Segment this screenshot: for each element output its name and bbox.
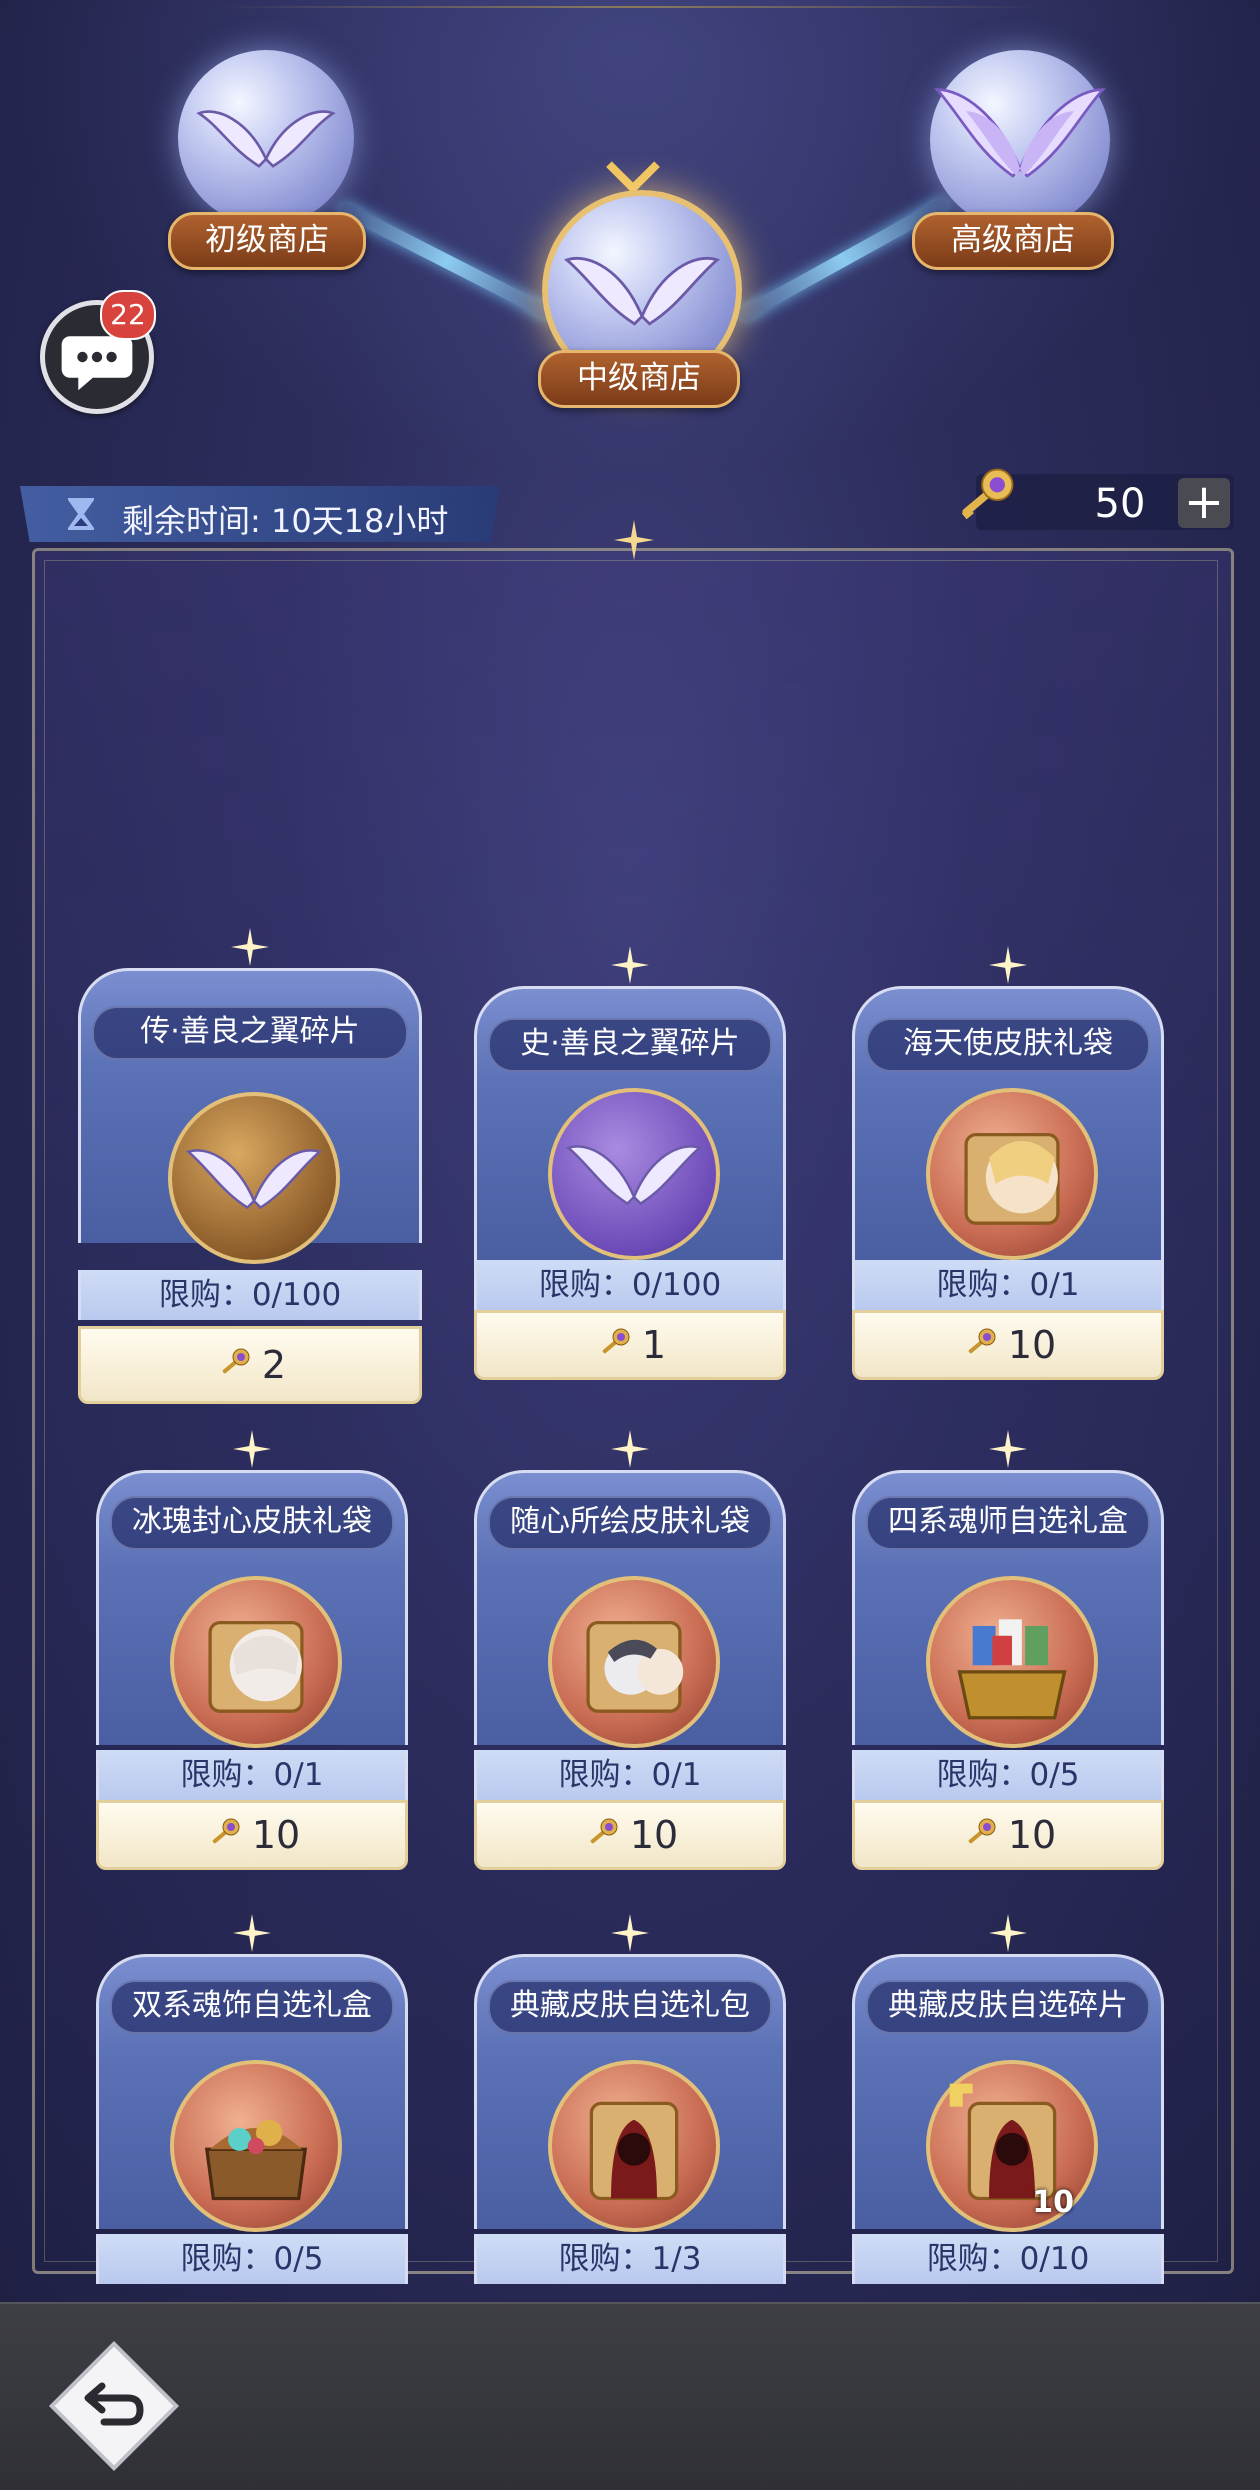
item-name: 海天使皮肤礼袋 — [866, 1018, 1150, 1072]
purchase-limit: 限购：0/1 — [96, 1750, 408, 1800]
price-value: 10 — [1007, 1813, 1057, 1857]
purchase-limit: 限购：0/100 — [474, 1260, 786, 1310]
item-name: 史·善良之翼碎片 — [488, 1018, 772, 1072]
item-name: 双系魂饰自选礼盒 — [110, 1980, 394, 2034]
key-icon — [968, 1818, 996, 1843]
top-divider — [220, 6, 1040, 8]
item-name: 典藏皮肤自选碎片 — [866, 1980, 1150, 2034]
item-icon — [168, 1092, 340, 1264]
hourglass-icon — [68, 498, 94, 530]
shop-item-card[interactable]: 典藏皮肤自选礼包 限购：1/3 — [474, 1914, 786, 2284]
skin-bag-icon — [926, 1088, 1098, 1260]
item-icon — [548, 1088, 720, 1260]
price-button[interactable]: 2 — [78, 1326, 422, 1404]
price-button[interactable]: 10 — [852, 1310, 1164, 1380]
mystery-skin-icon — [548, 2060, 720, 2232]
add-currency-button[interactable]: + — [1178, 478, 1230, 528]
price-button[interactable]: 10 — [96, 1800, 408, 1870]
item-name: 典藏皮肤自选礼包 — [488, 1980, 772, 2034]
shop-item-card[interactable]: 随心所绘皮肤礼袋 限购：0/1 10 — [474, 1430, 786, 1880]
timer-remaining-text: 剩余时间: 10天18小时 — [122, 502, 449, 540]
sparkle-icon — [611, 1914, 649, 1952]
shop-item-card[interactable]: 传·善良之翼碎片 限购：0/100 2 — [78, 928, 422, 1416]
price-button[interactable]: 10 — [474, 1800, 786, 1870]
bottom-bar — [0, 2302, 1260, 2490]
purchase-limit: 限购：0/100 — [78, 1270, 422, 1320]
chat-unread-badge: 22 — [100, 290, 156, 340]
price-button[interactable]: 1 — [474, 1310, 786, 1380]
sparkle-icon — [233, 1430, 271, 1468]
purchase-limit: 限购：0/1 — [474, 1750, 786, 1800]
item-quantity: 10 — [1032, 2185, 1074, 2220]
key-icon — [212, 1818, 240, 1843]
shop-item-card[interactable]: 海天使皮肤礼袋 限购：0/1 10 — [852, 946, 1164, 1396]
key-count: 50 — [1094, 481, 1146, 527]
tier-label-advanced[interactable]: 高级商店 — [912, 212, 1114, 270]
price-value: 1 — [641, 1323, 667, 1367]
item-name: 四系魂师自选礼盒 — [866, 1496, 1150, 1550]
beginner-shop-orb[interactable] — [178, 50, 354, 226]
back-icon[interactable] — [48, 2340, 180, 2472]
shop-item-card[interactable]: 史·善良之翼碎片 限购：0/100 1 — [474, 946, 786, 1396]
sparkle-icon — [233, 1914, 271, 1952]
tier-label-beginner[interactable]: 初级商店 — [168, 212, 366, 270]
gift-box-icon — [926, 1576, 1098, 1748]
treasure-chest-icon — [170, 2060, 342, 2232]
wing-icon — [196, 110, 336, 168]
tier-label-intermediate[interactable]: 中级商店 — [538, 350, 740, 408]
key-icon — [961, 468, 1014, 520]
wing-icon — [185, 1149, 323, 1210]
item-name: 冰瑰封心皮肤礼袋 — [110, 1496, 394, 1550]
skin-bag-icon — [170, 1576, 342, 1748]
purchase-limit: 限购：0/1 — [852, 1260, 1164, 1310]
sparkle-icon — [611, 946, 649, 984]
item-name: 随心所绘皮肤礼袋 — [488, 1496, 772, 1550]
shop-item-card[interactable]: 四系魂师自选礼盒 限购：0/5 10 — [852, 1430, 1164, 1880]
shop-item-card[interactable]: 冰瑰封心皮肤礼袋 限购：0/1 10 — [96, 1430, 408, 1880]
sparkle-icon — [231, 928, 269, 966]
advanced-shop-orb[interactable] — [930, 50, 1110, 230]
sparkle-icon — [989, 1914, 1027, 1952]
shop-item-card[interactable]: 双系魂饰自选礼盒 限购：0/5 — [96, 1914, 408, 2284]
shop-item-card[interactable]: 典藏皮肤自选碎片 10 限购：0/10 — [852, 1914, 1164, 2284]
sparkle-icon — [989, 946, 1027, 984]
wing-icon — [934, 88, 1106, 178]
skin-bag-icon — [548, 1576, 720, 1748]
sparkle-icon — [989, 1430, 1027, 1468]
key-icon — [222, 1348, 250, 1373]
purchase-limit: 限购：0/5 — [96, 2234, 408, 2284]
sparkle-icon — [611, 1430, 649, 1468]
price-value: 10 — [1007, 1323, 1057, 1367]
key-icon — [590, 1818, 618, 1843]
sparkle-icon — [614, 520, 654, 560]
key-icon — [968, 1328, 996, 1353]
key-icon — [602, 1328, 630, 1353]
item-name: 传·善良之翼碎片 — [92, 1006, 408, 1060]
purchase-limit: 限购：1/3 — [474, 2234, 786, 2284]
price-value: 10 — [629, 1813, 679, 1857]
purchase-limit: 限购：0/5 — [852, 1750, 1164, 1800]
price-value: 10 — [251, 1813, 301, 1857]
price-value: 2 — [261, 1343, 287, 1387]
price-button[interactable]: 10 — [852, 1800, 1164, 1870]
skin-fragment-icon: 10 — [926, 2060, 1098, 2232]
purchase-limit: 限购：0/10 — [852, 2234, 1164, 2284]
wing-icon — [565, 1145, 703, 1206]
